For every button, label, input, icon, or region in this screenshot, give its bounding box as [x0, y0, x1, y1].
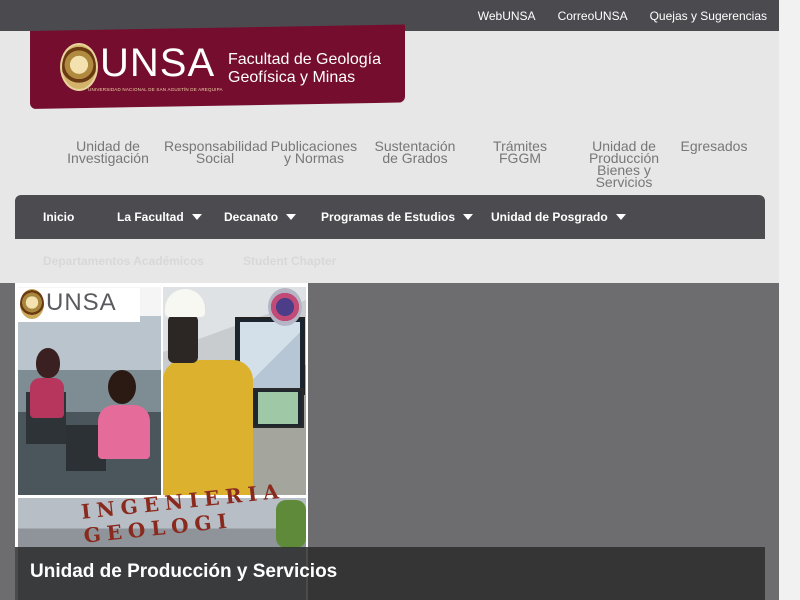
engineer-figure: [163, 360, 253, 495]
faculty-name-line2: Geofísica y Minas: [228, 69, 356, 86]
subnav-item-produccion[interactable]: Unidad de Producción Bienes y Servicios: [584, 139, 664, 190]
subnav-item-investigacion[interactable]: Unidad de Investigación: [66, 139, 150, 166]
top-link-quejas[interactable]: Quejas y Sugerencias: [650, 9, 767, 23]
tile-unsa-logo: UNSA: [18, 288, 140, 322]
tile-caption-bar[interactable]: Unidad de Producción y Servicios: [15, 547, 765, 600]
subnav-item-egresados[interactable]: Egresados: [676, 138, 752, 154]
subnav-label: Egresados: [680, 138, 748, 154]
chevron-down-icon: [286, 214, 297, 220]
unsa-logo: UNSA: [100, 41, 216, 85]
laptop-screen: [258, 392, 298, 424]
nav-label: Unidad de Posgrado: [491, 210, 608, 224]
nav-item-posgrado[interactable]: Unidad de Posgrado: [491, 195, 626, 239]
nav-label: Inicio: [43, 210, 75, 224]
nav-label: Decanato: [224, 210, 279, 224]
student-figure: [108, 370, 136, 404]
secondary-nav: Unidad de Investigación Responsabilidad …: [60, 138, 770, 190]
nav-label: Programas de Estudios: [321, 210, 456, 224]
unsa-logo-subtext: UNIVERSIDAD NACIONAL DE SAN AGUSTÍN DE A…: [88, 87, 223, 92]
nav-item-departamentos[interactable]: Departamentos Académicos: [43, 254, 204, 268]
faculty-name-line1: Facultad de Geología: [228, 51, 381, 68]
scrollbar-track[interactable]: [779, 0, 800, 600]
subnav-label: Investigación: [67, 150, 149, 166]
subnav-label: de Grados: [382, 150, 448, 166]
chevron-down-icon: [463, 214, 474, 220]
top-links: WebUNSA CorreoUNSA Quejas y Sugerencias: [478, 0, 767, 31]
tile-caption: Unidad de Producción y Servicios: [30, 561, 338, 582]
tile-logo-text: UNSA: [46, 289, 117, 316]
top-link-webunsa[interactable]: WebUNSA: [478, 9, 536, 23]
brand-content[interactable]: UNSA UNIVERSIDAD NACIONAL DE SAN AGUSTÍN…: [30, 31, 405, 109]
subnav-item-tramites[interactable]: Trámites FGGM: [484, 139, 556, 165]
subnav-item-responsabilidad[interactable]: Responsabilidad Social: [164, 139, 268, 165]
subnav-label: Servicios: [595, 174, 653, 190]
engineer-figure: [168, 315, 198, 363]
nav-item-programas[interactable]: Programas de Estudios: [321, 195, 474, 239]
main-nav: Inicio La Facultad Decanato Programas de…: [15, 195, 765, 239]
faculty-name: Facultad de Geología Geofísica y Minas: [228, 51, 381, 87]
nav-item-inicio[interactable]: Inicio: [43, 195, 74, 239]
chevron-down-icon: [191, 214, 202, 220]
chevron-down-icon: [615, 214, 626, 220]
student-figure: [30, 378, 64, 418]
student-figure: [98, 405, 150, 459]
university-seal-icon: [20, 289, 44, 319]
university-seal-icon: [60, 43, 98, 91]
nav-item-student-chapter[interactable]: Student Chapter: [243, 254, 336, 268]
nav-item-la-facultad[interactable]: La Facultad: [117, 195, 202, 239]
student-figure: [36, 348, 60, 378]
subnav-item-sustentacion[interactable]: Sustentación de Grados: [372, 139, 458, 166]
tree: [276, 500, 306, 548]
nav-item-decanato[interactable]: Decanato: [224, 195, 297, 239]
nav-label: La Facultad: [117, 210, 184, 224]
school-emblem-icon: [268, 288, 302, 326]
top-link-correounsa[interactable]: CorreoUNSA: [558, 9, 628, 23]
subnav-item-publicaciones[interactable]: Publicaciones y Normas: [270, 139, 358, 165]
